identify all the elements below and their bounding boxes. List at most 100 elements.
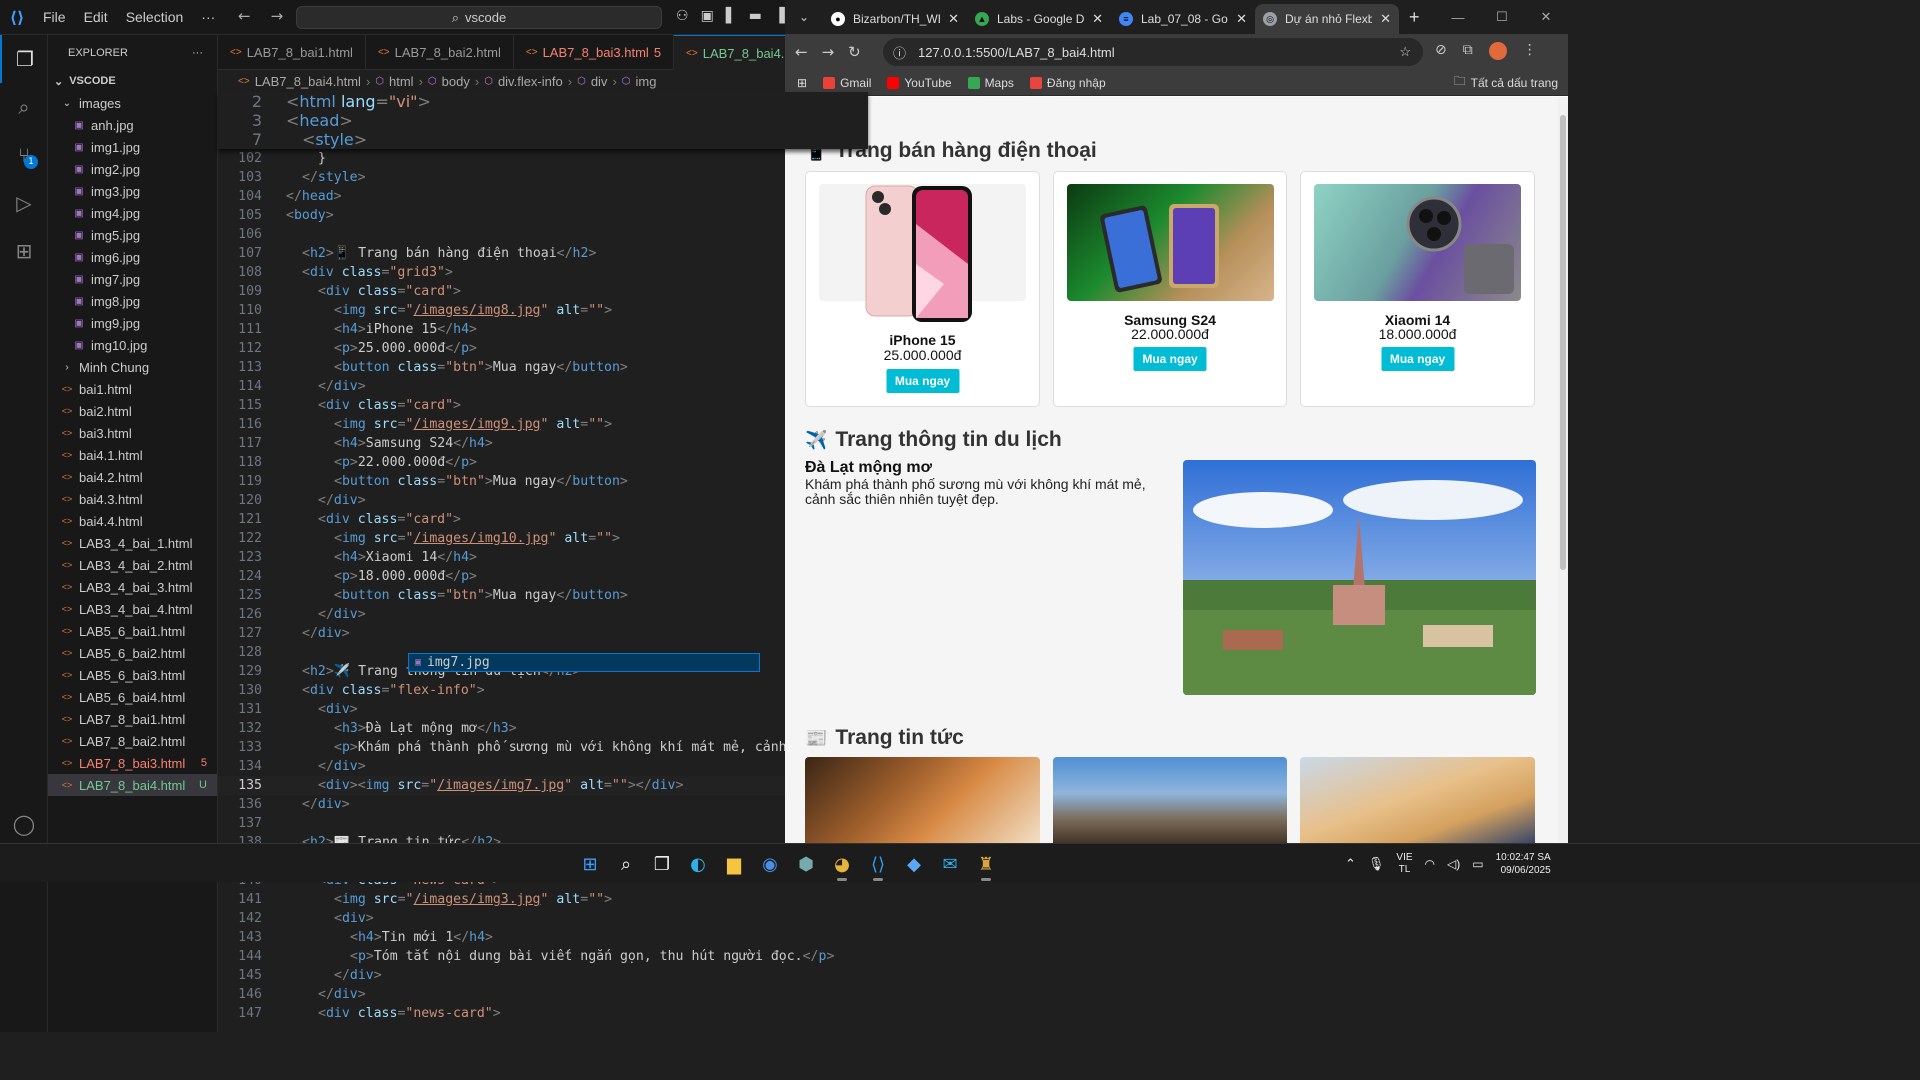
close-tab-icon[interactable]: ✕: [1236, 11, 1247, 27]
layout-sidebar-icon[interactable]: ▣: [701, 8, 714, 24]
minimize-icon[interactable]: —: [1436, 0, 1480, 34]
tree-file[interactable]: <> LAB5_6_bai4.html: [48, 686, 217, 708]
code-line[interactable]: 111 <h4>iPhone 15</h4>: [218, 320, 868, 339]
tree-file[interactable]: <> LAB3_4_bai_4.html: [48, 598, 217, 620]
input-language[interactable]: VIE TL: [1396, 852, 1412, 876]
autocomplete-suggestion[interactable]: ▣ img7.jpg: [408, 653, 760, 672]
tree-file[interactable]: <> LAB7_8_bai1.html: [48, 708, 217, 730]
forward-arrow-icon[interactable]: →: [822, 43, 835, 61]
back-arrow-icon[interactable]: ←: [795, 43, 808, 61]
code-line[interactable]: 109 <div class="card">: [218, 282, 868, 301]
tree-file[interactable]: ▣ img1.jpg: [48, 136, 217, 158]
code-line[interactable]: 146 </div>: [218, 985, 868, 1004]
site-info-icon[interactable]: ⓘ: [893, 43, 906, 62]
chrome-icon[interactable]: ◕: [824, 846, 860, 882]
breadcrumb-item[interactable]: div: [591, 74, 608, 89]
tree-file[interactable]: ▣ img9.jpg: [48, 312, 217, 334]
bookmark-item[interactable]: YouTube: [887, 76, 952, 90]
maximize-icon[interactable]: ☐: [1480, 0, 1524, 34]
tree-file[interactable]: <> bai4.2.html: [48, 466, 217, 488]
menu-kebab-icon[interactable]: ⋮: [1523, 42, 1537, 60]
vscode-taskbar-icon[interactable]: ⟨⟩: [860, 846, 896, 882]
buy-now-button[interactable]: Mua ngay: [1133, 347, 1207, 371]
code-line[interactable]: 136 </div>: [218, 795, 868, 814]
profile-avatar[interactable]: [1488, 42, 1507, 60]
code-line[interactable]: 116 <img src="/images/img9.jpg" alt="">: [218, 415, 868, 434]
bookmark-star-icon[interactable]: ☆: [1399, 44, 1411, 60]
mail-app-icon[interactable]: ✉: [932, 846, 968, 882]
tree-file[interactable]: ▣ img4.jpg: [48, 202, 217, 224]
code-line[interactable]: 132 <h3>Đà Lạt mộng mơ</h3>: [218, 719, 868, 738]
code-line[interactable]: 123 <h4>Xiaomi 14</h4>: [218, 548, 868, 567]
breadcrumb-item[interactable]: img: [636, 74, 657, 89]
reload-icon[interactable]: ↻: [848, 43, 861, 61]
forward-arrow-icon[interactable]: →: [271, 7, 284, 25]
page-scrollbar[interactable]: [1558, 97, 1568, 843]
editor-tab[interactable]: <> LAB7_8_bai1.html: [218, 35, 366, 70]
bookmark-item[interactable]: Đăng nhập: [1029, 76, 1106, 90]
tree-file[interactable]: ▣ img6.jpg: [48, 246, 217, 268]
tab-search-chevron-icon[interactable]: ⌄: [785, 0, 823, 34]
account-icon[interactable]: ◯: [0, 800, 48, 848]
toggle-secondary-sidebar-icon[interactable]: ▐: [774, 8, 785, 24]
tree-file[interactable]: <> bai3.html: [48, 422, 217, 444]
task-view-icon[interactable]: ❐: [644, 846, 680, 882]
tree-file[interactable]: ▣ img10.jpg: [48, 334, 217, 356]
tree-file[interactable]: <> LAB5_6_bai2.html: [48, 642, 217, 664]
microphone-icon[interactable]: 🎙: [1368, 856, 1385, 872]
code-line[interactable]: 115 <div class="card">: [218, 396, 868, 415]
code-line[interactable]: 107 <h2>📱 Trang bán hàng điện thoại</h2>: [218, 244, 868, 263]
copilot-icon[interactable]: ⚇: [676, 8, 689, 24]
explorer-icon[interactable]: ❐: [0, 35, 48, 83]
tree-file[interactable]: ▣ img5.jpg: [48, 224, 217, 246]
code-line[interactable]: 124 <p>18.000.000đ</p>: [218, 567, 868, 586]
code-line[interactable]: 114 </div>: [218, 377, 868, 396]
game-app-icon[interactable]: ♜: [968, 846, 1004, 882]
code-line[interactable]: 119 <button class="btn">Mua ngay</button>: [218, 472, 868, 491]
extensions-puzzle-icon[interactable]: ⧉: [1463, 42, 1473, 60]
code-line[interactable]: 135 <div><img src="/images/img7.jpg" alt=…: [218, 776, 868, 795]
tree-file[interactable]: <> LAB7_8_bai3.html 5: [48, 752, 217, 774]
bookmark-item[interactable]: Maps: [967, 76, 1014, 90]
tree-file[interactable]: ▣ anh.jpg: [48, 114, 217, 136]
tree-file[interactable]: <> LAB3_4_bai_1.html: [48, 532, 217, 554]
tree-file[interactable]: <> bai4.1.html: [48, 444, 217, 466]
breadcrumb-item[interactable]: html: [389, 74, 414, 89]
file-explorer-icon[interactable]: ▆: [716, 846, 752, 882]
tree-file[interactable]: ▣ img3.jpg: [48, 180, 217, 202]
menu-edit[interactable]: Edit: [75, 9, 117, 25]
editor-tab[interactable]: <> LAB7_8_bai3.html 5: [514, 35, 675, 70]
code-line[interactable]: 117 <h4>Samsung S24</h4>: [218, 434, 868, 453]
code-line[interactable]: 113 <button class="btn">Mua ngay</button>: [218, 358, 868, 377]
battery-icon[interactable]: ▭: [1472, 857, 1483, 871]
settings-app-icon[interactable]: ⬢: [788, 846, 824, 882]
tree-file[interactable]: <> LAB5_6_bai3.html: [48, 664, 217, 686]
code-line[interactable]: 147 <div class="news-card">: [218, 1004, 868, 1023]
search-view-icon[interactable]: ⌕: [0, 83, 48, 131]
buy-now-button[interactable]: Mua ngay: [886, 369, 959, 393]
tree-file[interactable]: ▣ img7.jpg: [48, 268, 217, 290]
menu-file[interactable]: File: [34, 9, 75, 25]
code-line[interactable]: 142 <div>: [218, 909, 868, 928]
menu-more[interactable]: ···: [192, 9, 224, 25]
code-line[interactable]: 125 <button class="btn">Mua ngay</button>: [218, 586, 868, 605]
code-line[interactable]: 122 <img src="/images/img10.jpg" alt="">: [218, 529, 868, 548]
code-line[interactable]: 126 </div>: [218, 605, 868, 624]
close-tab-icon[interactable]: ✕: [948, 11, 959, 27]
code-line[interactable]: 121 <div class="card">: [218, 510, 868, 529]
code-line[interactable]: 131 <div>: [218, 700, 868, 719]
bookmark-item[interactable]: Gmail: [823, 76, 871, 90]
apps-grid-icon[interactable]: ⊞: [797, 76, 807, 90]
code-line[interactable]: 133 <p>Khám phá thành phố sương mù với kh…: [218, 738, 868, 757]
code-line[interactable]: 102}: [218, 149, 868, 168]
code-line[interactable]: 120 </div>: [218, 491, 868, 510]
toggle-panel-icon[interactable]: ▬: [749, 8, 762, 24]
code-line[interactable]: 130 <div class="flex-info">: [218, 681, 868, 700]
code-line[interactable]: 112 <p>25.000.000đ</p>: [218, 339, 868, 358]
toggle-primary-sidebar-icon[interactable]: ▌: [726, 8, 737, 24]
code-line[interactable]: 134 </div>: [218, 757, 868, 776]
code-line[interactable]: 145 </div>: [218, 966, 868, 985]
tree-file[interactable]: <> bai1.html: [48, 378, 217, 400]
code-line[interactable]: 106: [218, 225, 868, 244]
zalo-icon[interactable]: ◉: [752, 846, 788, 882]
